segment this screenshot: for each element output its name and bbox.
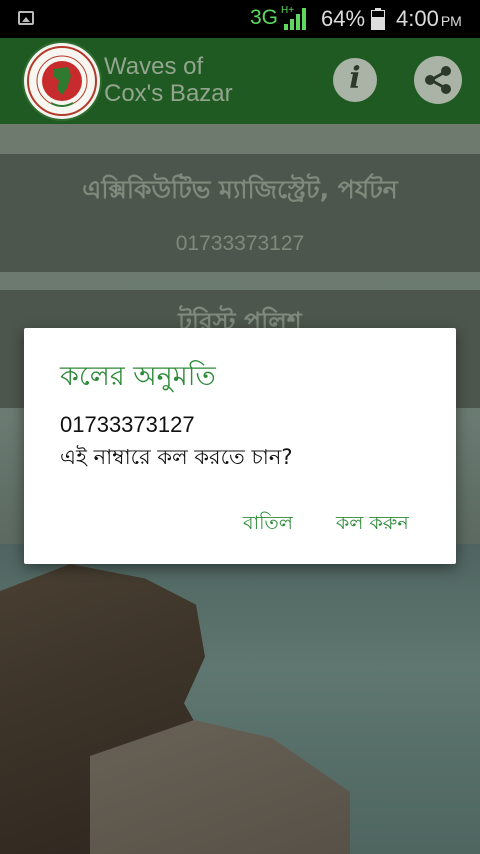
contact-card[interactable]: এক্সিকিউটিভ ম্যাজিস্ট্রেট, পর্যটন 017333… xyxy=(0,154,480,272)
info-button[interactable]: i xyxy=(333,58,377,102)
battery-percent: 64% xyxy=(321,6,366,31)
cancel-button[interactable]: বাতিল xyxy=(243,509,293,541)
network-type: 3G xyxy=(250,6,279,29)
share-button[interactable] xyxy=(414,56,462,104)
battery-icon xyxy=(371,8,385,30)
dialog-phone-number: 01733373127 xyxy=(60,412,195,437)
status-bar: 3G H+ 64% 4:00 PM xyxy=(0,0,480,38)
dialog-title: কলের অনুমতি xyxy=(60,361,216,392)
image-icon xyxy=(18,11,34,25)
call-button[interactable]: কল করুন xyxy=(336,509,409,541)
call-permission-dialog: কলের অনুমতি 01733373127 এই নাম্বারে কল ক… xyxy=(24,328,456,564)
clock: 4:00 PM xyxy=(396,6,462,31)
info-icon: i xyxy=(349,61,361,96)
logo-emblem xyxy=(24,43,100,119)
app-bar: Waves of Cox's Bazar i xyxy=(0,38,480,124)
app-title: Waves of Cox's Bazar xyxy=(104,53,233,107)
share-icon xyxy=(425,66,451,94)
dialog-question: এই নাম্বারে কল করতে চান? xyxy=(60,445,293,469)
contact-title: এক্সিকিউটিভ ম্যাজিস্ট্রেট, পর্যটন xyxy=(82,175,398,204)
contact-phone: 01733373127 xyxy=(175,232,305,255)
signal-icon xyxy=(284,8,306,30)
